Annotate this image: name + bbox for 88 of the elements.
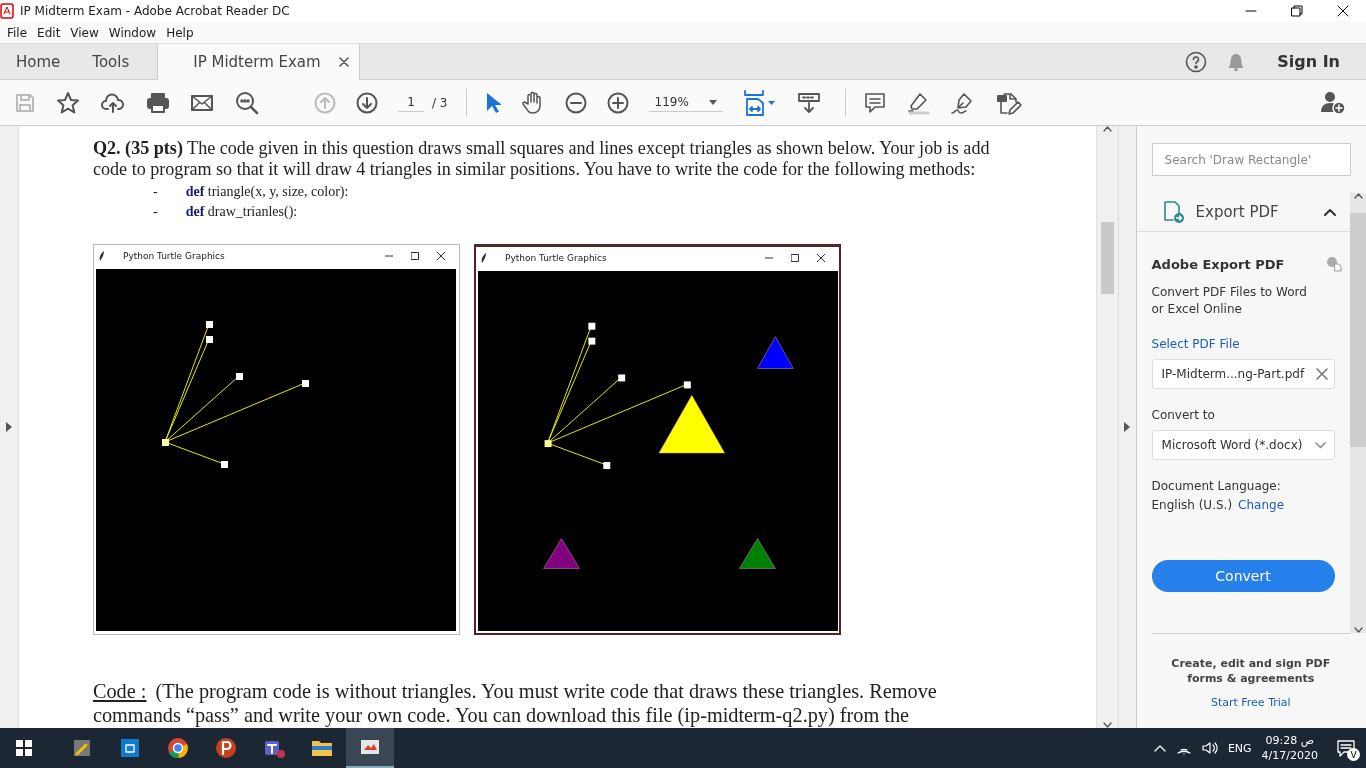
maximize-icon — [790, 253, 799, 262]
menu-item[interactable]: Edit — [32, 25, 66, 40]
convert-button[interactable]: Convert — [1151, 560, 1335, 592]
maximize-icon[interactable] — [1291, 5, 1303, 17]
highlighter-icon[interactable] — [905, 90, 930, 115]
document-tab[interactable]: IP Midterm Exam — [157, 44, 360, 80]
minimize-icon — [384, 252, 393, 260]
panel-heading: Adobe Export PDF — [1151, 256, 1285, 272]
window-title: IP Midterm Exam - Adobe Acrobat Reader DC — [20, 4, 291, 18]
arrow-down-circle-icon[interactable] — [356, 91, 378, 114]
scroll-mode-icon[interactable] — [796, 90, 821, 115]
free-trial-link[interactable]: Start Free Trial — [1210, 696, 1291, 709]
code-paragraph: Code : (The program code is without triangles. You must write code that draws these triangles. Remove commands “pass” and write your own code. You can download this file (ip-midterm-q2.py) from the — [92, 679, 938, 727]
scroll-down-icon[interactable] — [1353, 627, 1363, 633]
input-language[interactable]: ENG — [1227, 741, 1252, 755]
search-icon[interactable] — [234, 89, 260, 116]
page-total: / 3 — [432, 95, 448, 110]
scroll-down-icon[interactable] — [1102, 722, 1112, 728]
speaker-icon[interactable] — [1201, 741, 1218, 755]
p-app-icon[interactable] — [215, 737, 237, 759]
star-icon[interactable] — [56, 90, 80, 115]
scrollbar-thumb[interactable] — [1350, 213, 1366, 447]
help-icon[interactable] — [1185, 50, 1208, 73]
comment-icon[interactable] — [863, 91, 886, 114]
notification-badge: V — [1347, 748, 1360, 761]
caret-icon — [708, 99, 717, 105]
sign-in-link[interactable]: Sign In — [1277, 52, 1340, 71]
zoom-out-icon[interactable] — [564, 91, 587, 114]
select-file-link[interactable]: Select PDF File — [1151, 337, 1350, 351]
scrollbar[interactable] — [1095, 126, 1118, 728]
print-icon[interactable] — [146, 91, 170, 114]
clear-icon[interactable] — [1315, 368, 1328, 380]
turtle-window-title: Python Turtle Graphics — [122, 251, 226, 261]
folder-icon[interactable] — [310, 738, 334, 758]
active-taskbar-button[interactable] — [346, 728, 394, 768]
feather-icon — [98, 251, 105, 261]
triangle-right-icon — [1124, 422, 1131, 432]
close-icon[interactable] — [1337, 5, 1349, 17]
format-dropdown[interactable]: Microsoft Word (*.docx) — [1151, 430, 1335, 460]
change-link[interactable]: Change — [1238, 498, 1285, 512]
fit-page-icon[interactable] — [742, 88, 777, 117]
file-field[interactable]: IP-Midterm...ng-Part.pdf — [1151, 359, 1335, 389]
scroll-up-icon[interactable] — [1353, 193, 1363, 199]
clock-date[interactable]: 4/17/2020 — [1261, 748, 1318, 763]
scrollbar-thumb[interactable] — [1100, 222, 1114, 294]
chevron-up-icon[interactable] — [1324, 208, 1336, 216]
maximize-icon — [410, 252, 419, 260]
close-icon[interactable] — [338, 57, 349, 67]
turtle-window-title: Python Turtle Graphics — [504, 252, 608, 263]
convert-to-label: Convert to — [1151, 408, 1216, 422]
method-signature: def triangle(x, y, size, color): — [185, 183, 349, 201]
bullet-dash: - — [152, 203, 158, 221]
section-title[interactable]: Export PDF — [1195, 203, 1314, 221]
close-icon — [816, 253, 825, 262]
question-text: Q2. (35 pts) The code given in this question draws small squares and lines except triangles as shown below. Your job is add code to program so that it will draw 4 triangles in similar positions. You have to write the code for the following methods: — [92, 138, 991, 180]
page-number-field[interactable]: 1 — [398, 93, 424, 112]
promo-text: Create, edit and sign PDF forms & agreements — [1170, 656, 1332, 686]
globe-document-icon — [1326, 256, 1342, 272]
triangle-right-icon — [5, 422, 12, 432]
method-signature: def draw_trianles(): — [185, 203, 298, 221]
panel-description: Convert PDF Files to Word or Excel Online — [1151, 284, 1308, 318]
nav-tab[interactable]: Tools — [76, 44, 146, 79]
pointer-icon[interactable] — [484, 91, 501, 114]
language-value: English (U.S.) — [1151, 498, 1233, 512]
chevron-down-icon — [1314, 441, 1326, 449]
windows-start-icon[interactable] — [16, 740, 32, 756]
scroll-up-icon[interactable] — [1102, 126, 1112, 132]
menu-item[interactable]: File — [2, 25, 33, 40]
zoom-dropdown[interactable]: 119% — [648, 93, 723, 112]
menu-item[interactable]: Window — [103, 25, 162, 40]
nav-tab[interactable]: Home — [0, 44, 77, 79]
export-pdf-icon — [1161, 200, 1186, 224]
feather-icon — [480, 252, 487, 263]
cloud-upload-icon[interactable] — [100, 91, 126, 114]
notification-icon[interactable] — [1336, 739, 1356, 757]
mail-icon[interactable] — [190, 92, 214, 113]
menu-item[interactable]: View — [65, 25, 104, 40]
zoom-in-icon[interactable] — [606, 91, 629, 114]
menu-item[interactable]: Help — [161, 25, 199, 40]
acrobat-icon — [0, 3, 14, 19]
left-panel-toggle[interactable] — [0, 126, 19, 728]
language-label: Document Language: — [1151, 479, 1282, 493]
scrollbar[interactable] — [1350, 193, 1366, 633]
search-field[interactable]: Search 'Draw Rectangle' — [1151, 143, 1351, 176]
close-icon — [436, 252, 445, 260]
bullet-dash: - — [152, 183, 158, 201]
add-user-icon[interactable] — [1320, 90, 1346, 115]
chrome-icon[interactable] — [167, 737, 189, 759]
